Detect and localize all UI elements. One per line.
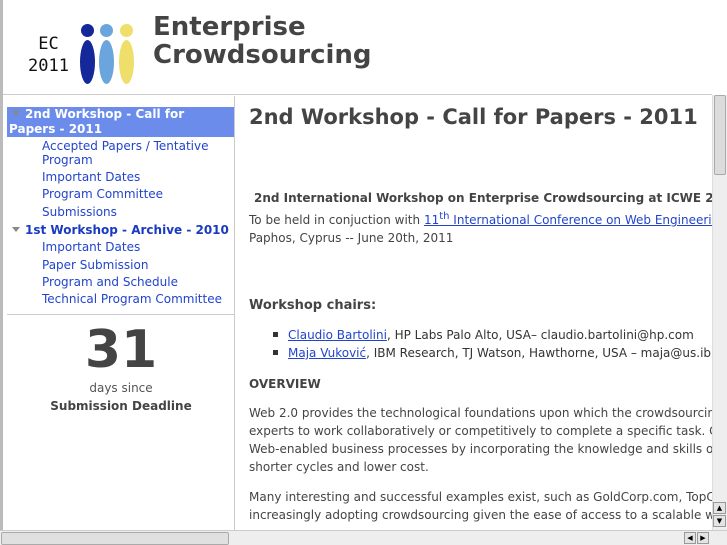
logo-figure-yellow-body (119, 40, 134, 84)
nav-section-label: 1st Workshop - Archive - 2010 (25, 223, 229, 238)
bullet-icon (273, 350, 278, 355)
nav-item-technical-committee[interactable]: Technical Program Committee (7, 291, 234, 308)
logo-figure-light-blue-body (99, 40, 114, 84)
nav-item-paper-submission[interactable]: Paper Submission (7, 257, 234, 274)
nav-item-program-schedule[interactable]: Program and Schedule (7, 274, 234, 291)
chair-item: Maja Vuković, IBM Research, TJ Watson, H… (263, 346, 712, 360)
expand-triangle-icon[interactable] (12, 227, 20, 233)
examples-line: Many interesting and successful examples… (249, 490, 712, 504)
location-date: Paphos, Cyprus -- June 20th, 2011 (249, 231, 454, 245)
logo-figure-yellow (120, 24, 133, 37)
nav-item-accepted-papers[interactable]: Accepted Papers / Tentative Program (7, 137, 234, 169)
conf-number: 11 (423, 213, 440, 227)
icwe-link[interactable]: 11th International Conference on Web Eng… (423, 211, 712, 227)
vertical-scroll-thumb[interactable] (714, 95, 726, 175)
chairs-heading: Workshop chairs: (249, 298, 377, 313)
held-with-line: To be held in conjuction with 11th Inter… (249, 211, 712, 227)
main-content: 2nd Workshop - Call for Papers - 2011 2n… (249, 96, 712, 530)
logo-text-ec: EC (38, 34, 59, 54)
logo-figure-light-blue (100, 24, 113, 37)
nav-item-important-dates[interactable]: Important Dates (7, 169, 234, 186)
horizontal-scroll-thumb[interactable] (1, 532, 229, 545)
expand-triangle-icon[interactable] (12, 111, 20, 116)
overview-line: experts to work collaboratively or compe… (249, 424, 712, 438)
site-header: EC 2011 Enterprise Crowdsourcing (3, 0, 712, 95)
scroll-down-icon[interactable]: ▼ (713, 515, 726, 527)
logo-figure-dark-blue-body (80, 40, 95, 84)
site-title-line1: Enterprise (153, 12, 306, 42)
deadline-counter: 31 days since Submission Deadline (7, 314, 235, 413)
scroll-left-icon[interactable]: ◀ (684, 532, 696, 544)
nav-section-1st-workshop[interactable]: 1st Workshop - Archive - 2010 (7, 221, 234, 239)
chair-details: , IBM Research, TJ Watson, Hawthorne, US… (366, 346, 712, 360)
overview-line: shorter cycles and lower cost. (249, 460, 429, 474)
held-prefix: To be held in conjuction with (249, 213, 424, 227)
conf-sup: th (439, 211, 450, 222)
counter-value: 31 (84, 320, 158, 380)
logo-text-year: 2011 (28, 56, 69, 76)
overview-line: Web-enabled business processes by incorp… (249, 442, 712, 456)
overview-heading: OVERVIEW (249, 377, 321, 391)
logo-figure-dark-blue (81, 24, 94, 37)
chair-name-link[interactable]: Claudio Bartolini (288, 328, 387, 342)
workshop-subtitle: 2nd International Workshop on Enterprise… (254, 191, 712, 205)
conf-name: International Conference on Web Engineer… (449, 213, 712, 227)
vertical-scrollbar[interactable]: ▲ ▼ (712, 95, 727, 530)
counter-label: days since (89, 381, 153, 395)
nav-item-program-committee[interactable]: Program Committee (7, 186, 234, 203)
chair-name-link[interactable]: Maja Vuković (288, 346, 366, 360)
scroll-up-icon[interactable]: ▲ (713, 502, 726, 514)
nav-section-label: 2nd Workshop - Call for Papers - 2011 (9, 107, 185, 136)
browser-viewport: EC 2011 Enterprise Crowdsourcing 2nd Wor… (0, 0, 712, 530)
chair-item: Claudio Bartolini, HP Labs Palo Alto, US… (263, 328, 694, 342)
nav-item-submissions[interactable]: Submissions (7, 204, 234, 221)
nav-item-important-dates-2010[interactable]: Important Dates (7, 239, 234, 256)
bullet-icon (273, 332, 278, 337)
examples-line: increasingly adopting crowdsourcing give… (249, 508, 712, 522)
logo: EC 2011 (28, 33, 69, 77)
overview-line: Web 2.0 provides the technological found… (249, 406, 712, 420)
horizontal-scrollbar[interactable]: ◀ ▶ (0, 530, 727, 545)
counter-event: Submission Deadline (50, 399, 192, 413)
sidebar-nav: 2nd Workshop - Call for Papers - 2011 Ac… (7, 96, 235, 530)
nav-section-2nd-workshop[interactable]: 2nd Workshop - Call for Papers - 2011 (7, 107, 234, 137)
page-title: 2nd Workshop - Call for Papers - 2011 (249, 105, 698, 129)
scroll-right-icon[interactable]: ▶ (697, 532, 709, 544)
site-title-line2: Crowdsourcing (153, 40, 372, 70)
chair-details: , HP Labs Palo Alto, USA– claudio.bartol… (386, 328, 694, 342)
